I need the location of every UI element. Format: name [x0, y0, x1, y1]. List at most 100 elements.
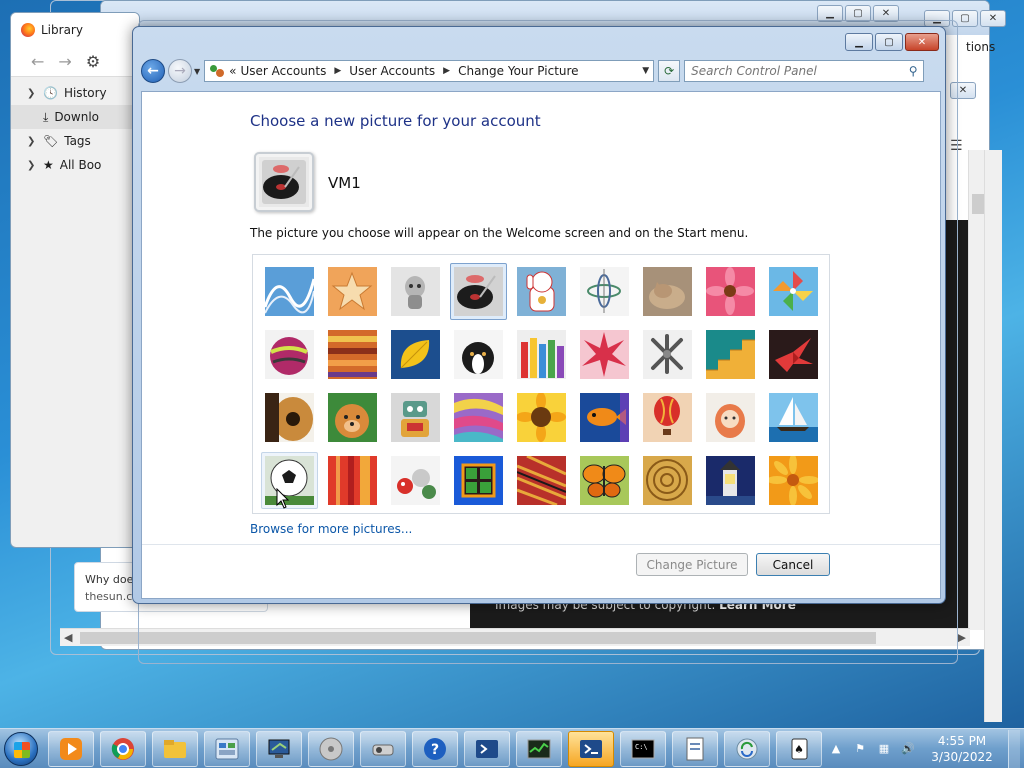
taskbar-command-prompt[interactable]: C:\: [620, 730, 666, 767]
search-box[interactable]: ⚲: [684, 60, 925, 82]
breadcrumb-user-accounts-2[interactable]: User Accounts: [349, 64, 435, 78]
library-item-tags[interactable]: ❯ 🏷 Tags: [11, 129, 139, 153]
outer-vertical-scrollbar[interactable]: [984, 150, 1002, 722]
picture-option-red-star[interactable]: [576, 326, 633, 383]
picture-option-paper-crane[interactable]: [765, 326, 822, 383]
taskbar-chrome[interactable]: [100, 730, 146, 767]
browse-pictures-link[interactable]: Browse for more pictures...: [250, 522, 412, 536]
scroll-right-icon[interactable]: ▶: [958, 631, 966, 644]
library-item-downloads[interactable]: ⤓ Downlo: [11, 105, 139, 129]
taskbar-remote-desktop[interactable]: [256, 730, 302, 767]
taskbar-task-manager[interactable]: [516, 730, 562, 767]
picture-option-doll[interactable]: [702, 389, 759, 446]
picture-option-woven-fabric[interactable]: [513, 452, 570, 509]
recent-pages-dropdown-icon[interactable]: ▼: [194, 67, 200, 76]
powershell-active-icon: [580, 739, 602, 758]
picture-option-toy-robot[interactable]: [387, 389, 444, 446]
taskbar-document[interactable]: [672, 730, 718, 767]
picture-option-pinwheel[interactable]: [765, 263, 822, 320]
gyroscope-icon: [580, 267, 629, 316]
taskbar-projector[interactable]: [360, 730, 406, 767]
change-picture-button[interactable]: Change Picture: [636, 553, 748, 576]
picture-option-pink-flower[interactable]: [702, 263, 759, 320]
action-center-icon[interactable]: ⚑: [852, 741, 868, 757]
breadcrumb-arrow-icon[interactable]: ▶: [439, 66, 454, 76]
maximize-icon[interactable]: ▢: [875, 33, 903, 51]
close-icon[interactable]: ✕: [980, 10, 1006, 27]
forward-button[interactable]: →: [168, 59, 192, 83]
picture-option-guitar[interactable]: [261, 389, 318, 446]
picture-option-orange-flower[interactable]: [765, 452, 822, 509]
taskbar-disk[interactable]: [308, 730, 354, 767]
breadcrumb-arrow-icon[interactable]: ▶: [330, 66, 345, 76]
close-icon[interactable]: ✕: [905, 33, 939, 51]
gear-icon[interactable]: ⚙: [86, 52, 100, 71]
red-star-icon: [580, 330, 629, 379]
picture-option-fabric[interactable]: [324, 326, 381, 383]
picture-option-yellow-leaf[interactable]: [387, 326, 444, 383]
picture-option-starfish[interactable]: [324, 263, 381, 320]
breadcrumb-user-accounts[interactable]: User Accounts: [241, 64, 327, 78]
picture-option-lighthouse[interactable]: [702, 452, 759, 509]
library-item-history[interactable]: ❯ 🕓 History: [11, 81, 139, 105]
picture-option-fish[interactable]: [576, 389, 633, 446]
picture-option-window[interactable]: [450, 452, 507, 509]
volume-icon[interactable]: 🔊: [900, 741, 916, 757]
picture-option-scarves[interactable]: [450, 389, 507, 446]
taskbar-sync[interactable]: [724, 730, 770, 767]
picture-option-turntable[interactable]: [450, 263, 507, 320]
taskbar-control-panel[interactable]: [204, 730, 250, 767]
picture-option-robot-dog[interactable]: [387, 263, 444, 320]
svg-text:?: ?: [431, 742, 439, 758]
show-hidden-icons-icon[interactable]: ▲: [828, 741, 844, 757]
network-icon[interactable]: ▦: [876, 741, 892, 757]
picture-option-rollercoaster[interactable]: [261, 263, 318, 320]
minimize-icon[interactable]: ▁: [845, 33, 873, 51]
show-desktop-button[interactable]: [1008, 729, 1020, 768]
breadcrumb-change-picture[interactable]: Change Your Picture: [458, 64, 578, 78]
download-icon: ⤓: [43, 109, 49, 124]
picture-option-butterfly[interactable]: [576, 452, 633, 509]
picture-option-ball[interactable]: [261, 326, 318, 383]
taskbar-solitaire[interactable]: ♠: [776, 730, 822, 767]
taskbar-powershell-active[interactable]: [568, 730, 614, 767]
search-icon[interactable]: ⚲: [903, 64, 923, 78]
start-button[interactable]: [4, 730, 38, 768]
cancel-button[interactable]: Cancel: [756, 553, 830, 576]
paper-crane-icon: [769, 330, 818, 379]
search-input[interactable]: [691, 64, 904, 78]
scroll-left-icon[interactable]: ◀: [64, 631, 72, 644]
picture-option-jacks[interactable]: [639, 326, 696, 383]
clock[interactable]: 4:55 PM 3/30/2022: [924, 733, 1000, 765]
picture-option-sailboat[interactable]: [765, 389, 822, 446]
library-item-bookmarks[interactable]: ❯ ★ All Boo: [11, 153, 139, 177]
refresh-icon: ⟳: [664, 64, 675, 78]
taskbar-file-explorer[interactable]: [152, 730, 198, 767]
taskbar-help[interactable]: ?: [412, 730, 458, 767]
picture-option-kitten[interactable]: [639, 263, 696, 320]
picture-option-sunflower[interactable]: [513, 389, 570, 446]
jacks-icon: [643, 330, 692, 379]
picture-option-marbles[interactable]: [387, 452, 444, 509]
breadcrumb-overflow[interactable]: «: [229, 64, 236, 78]
picture-option-puppy[interactable]: [324, 389, 381, 446]
picture-option-gyroscope[interactable]: [576, 263, 633, 320]
picture-option-hot-air-balloon[interactable]: [639, 389, 696, 446]
back-button[interactable]: ←: [141, 59, 165, 83]
taskbar-powershell[interactable]: [464, 730, 510, 767]
picture-option-lucky-cat[interactable]: [513, 263, 570, 320]
picture-option-dog[interactable]: [450, 326, 507, 383]
address-bar[interactable]: « User Accounts ▶ User Accounts ▶ Change…: [204, 60, 655, 82]
picture-option-crayons[interactable]: [513, 326, 570, 383]
picture-option-stairs[interactable]: [702, 326, 759, 383]
refresh-button[interactable]: ⟳: [658, 60, 681, 82]
taskbar-media-player[interactable]: [48, 730, 94, 767]
forward-arrow-icon[interactable]: →: [58, 52, 71, 71]
picture-option-curtain[interactable]: [324, 452, 381, 509]
options-menu-partial[interactable]: tions: [966, 40, 995, 54]
picture-option-wicker-ball[interactable]: [639, 452, 696, 509]
page-title: Choose a new picture for your account: [250, 112, 541, 130]
back-arrow-icon[interactable]: ←: [31, 52, 44, 71]
current-account-picture: [254, 152, 314, 212]
address-dropdown-icon[interactable]: ▼: [638, 66, 653, 76]
